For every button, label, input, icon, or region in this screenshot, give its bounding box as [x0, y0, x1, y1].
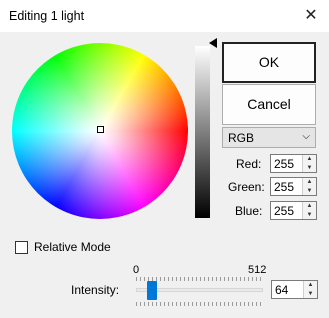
- color-mode-value: RGB: [228, 131, 255, 145]
- intensity-value[interactable]: 64: [275, 283, 288, 297]
- blue-value[interactable]: 255: [274, 204, 294, 218]
- blue-label: Blue:: [235, 204, 263, 218]
- intensity-min-label: 0: [133, 264, 140, 276]
- relative-mode-checkbox[interactable]: [15, 241, 28, 254]
- window-title: Editing 1 light: [9, 9, 85, 23]
- ok-button[interactable]: OK: [222, 42, 316, 83]
- green-value[interactable]: 255: [274, 180, 294, 194]
- brightness-bar[interactable]: [195, 46, 210, 218]
- blue-up-arrow-icon[interactable]: ▲: [303, 202, 316, 210]
- red-label: Red:: [236, 157, 262, 171]
- intensity-max-label: 512: [248, 264, 267, 276]
- red-stepper[interactable]: 255 ▲ ▼: [270, 154, 317, 173]
- intensity-label: Intensity:: [71, 283, 120, 297]
- red-down-arrow-icon[interactable]: ▼: [303, 164, 316, 172]
- brightness-marker-icon[interactable]: [209, 38, 217, 48]
- red-up-arrow-icon[interactable]: ▲: [303, 155, 316, 163]
- green-label: Green:: [228, 180, 265, 194]
- relative-mode-label[interactable]: Relative Mode: [34, 240, 111, 254]
- red-value[interactable]: 255: [274, 157, 294, 171]
- color-picker-cursor[interactable]: [97, 126, 104, 133]
- blue-down-arrow-icon[interactable]: ▼: [303, 211, 316, 219]
- close-icon[interactable]: ✕: [298, 3, 324, 29]
- intensity-stepper[interactable]: 64 ▲ ▼: [271, 280, 318, 299]
- blue-stepper[interactable]: 255 ▲ ▼: [270, 201, 317, 220]
- intensity-up-arrow-icon[interactable]: ▲: [304, 281, 317, 289]
- title-bar: Editing 1 light ✕: [0, 0, 329, 32]
- intensity-slider-thumb[interactable]: [146, 281, 157, 300]
- intensity-down-arrow-icon[interactable]: ▼: [304, 290, 317, 298]
- cancel-button[interactable]: Cancel: [222, 84, 316, 125]
- chevron-down-icon: ⌵: [302, 131, 310, 142]
- green-stepper[interactable]: 255 ▲ ▼: [270, 177, 317, 196]
- color-mode-select[interactable]: RGB ⌵: [222, 127, 316, 148]
- slider-ticks-bottom: [136, 302, 263, 306]
- green-down-arrow-icon[interactable]: ▼: [303, 187, 316, 195]
- green-up-arrow-icon[interactable]: ▲: [303, 178, 316, 186]
